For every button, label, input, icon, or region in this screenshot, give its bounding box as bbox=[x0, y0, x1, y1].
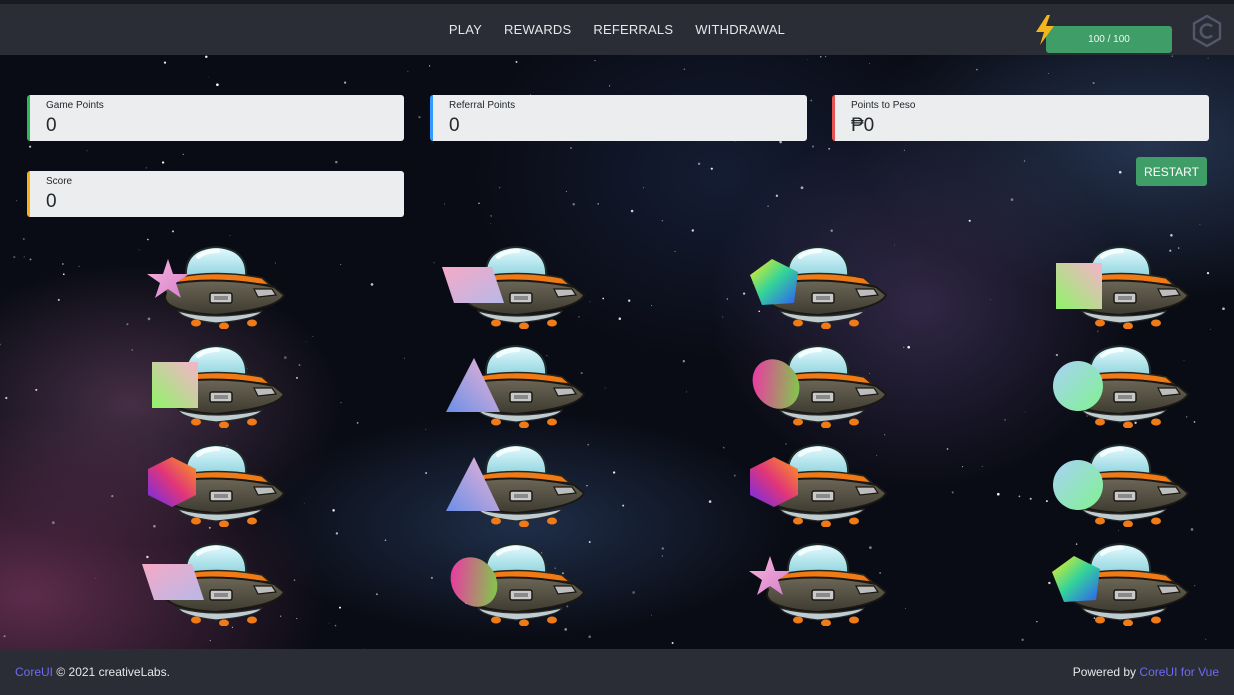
square-shape-icon bbox=[152, 362, 198, 408]
points-to-peso-value: ₱0 bbox=[851, 115, 875, 136]
nav-referrals[interactable]: REFERRALS bbox=[593, 22, 673, 37]
ufo-target[interactable] bbox=[440, 542, 590, 626]
ufo-target[interactable] bbox=[742, 443, 892, 527]
ufo-target[interactable] bbox=[1044, 344, 1194, 428]
ufo-target[interactable] bbox=[1044, 245, 1194, 329]
ellipse-shape-icon bbox=[752, 359, 800, 409]
ufo-target[interactable] bbox=[440, 344, 590, 428]
hexagon-shape-icon bbox=[750, 457, 798, 507]
game-points-card: Game Points 0 bbox=[27, 95, 404, 141]
nav-withdrawal[interactable]: WITHDRAWAL bbox=[695, 22, 785, 37]
referral-points-label: Referral Points bbox=[449, 100, 516, 111]
ufo-target[interactable] bbox=[440, 443, 590, 527]
ufo-target[interactable] bbox=[1044, 542, 1194, 626]
ufo-target[interactable] bbox=[742, 344, 892, 428]
footer-copyright-text: © 2021 creativeLabs. bbox=[56, 665, 170, 679]
footer-powered: Powered by CoreUI for Vue bbox=[1073, 665, 1219, 679]
triangle-shape-icon bbox=[446, 358, 500, 412]
hexagon-shape-icon bbox=[148, 457, 196, 507]
header: PLAY REWARDS REFERRALS WITHDRAWAL 100 / … bbox=[0, 4, 1234, 55]
footer-copyright: CoreUI © 2021 creativeLabs. bbox=[15, 665, 170, 679]
triangle-shape-icon bbox=[446, 457, 500, 511]
score-label: Score bbox=[46, 176, 73, 187]
parallelogram-shape-icon bbox=[442, 267, 504, 303]
nav-play[interactable]: PLAY bbox=[449, 22, 482, 37]
circle-shape-icon bbox=[1053, 361, 1103, 411]
ufo-target[interactable] bbox=[140, 542, 290, 626]
energy-bar: 100 / 100 bbox=[1046, 26, 1172, 53]
ufo-target[interactable] bbox=[440, 245, 590, 329]
nav-rewards[interactable]: REWARDS bbox=[504, 22, 571, 37]
ellipse-shape-icon bbox=[450, 557, 498, 607]
game-points-value: 0 bbox=[46, 115, 57, 136]
restart-button[interactable]: RESTART bbox=[1136, 157, 1207, 186]
lightning-bolt-icon bbox=[1036, 15, 1054, 45]
parallelogram-shape-icon bbox=[142, 564, 204, 600]
square-shape-icon bbox=[1056, 263, 1102, 309]
ufo-target[interactable] bbox=[140, 344, 290, 428]
ufo-target[interactable] bbox=[140, 443, 290, 527]
star-shape-icon bbox=[749, 556, 791, 595]
referral-points-value: 0 bbox=[449, 115, 460, 136]
circle-shape-icon bbox=[1053, 460, 1103, 510]
ufo-target[interactable] bbox=[742, 245, 892, 329]
footer: CoreUI © 2021 creativeLabs. Powered by C… bbox=[0, 649, 1234, 695]
footer-powered-prefix: Powered by bbox=[1072, 665, 1137, 679]
game-points-label: Game Points bbox=[46, 100, 104, 111]
score-value: 0 bbox=[46, 191, 57, 212]
footer-powered-link[interactable]: CoreUI for Vue bbox=[1139, 665, 1219, 679]
referral-points-card: Referral Points 0 bbox=[430, 95, 807, 141]
ufo-target[interactable] bbox=[140, 245, 290, 329]
points-to-peso-label: Points to Peso bbox=[851, 100, 916, 111]
game-area: Game Points 0 Referral Points 0 Points t… bbox=[0, 55, 1234, 649]
points-to-peso-card: Points to Peso ₱0 bbox=[832, 95, 1209, 141]
coreui-logo-icon[interactable] bbox=[1190, 14, 1224, 48]
pentagon-shape-icon bbox=[1052, 556, 1100, 602]
ufo-target[interactable] bbox=[742, 542, 892, 626]
ufo-target[interactable] bbox=[1044, 443, 1194, 527]
score-card: Score 0 bbox=[27, 171, 404, 217]
pentagon-shape-icon bbox=[750, 259, 798, 305]
energy-text: 100 / 100 bbox=[1088, 34, 1130, 45]
star-shape-icon bbox=[147, 259, 189, 298]
footer-brand-link[interactable]: CoreUI bbox=[15, 665, 53, 679]
